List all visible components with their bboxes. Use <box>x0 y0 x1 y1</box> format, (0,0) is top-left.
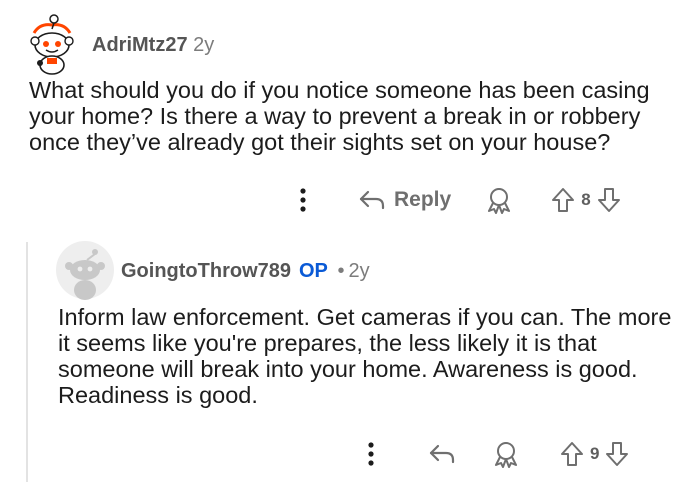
comment-actions: 9 <box>358 436 629 472</box>
comment-adrimtz27: AdriMtz27 2y What should you do if you n… <box>0 0 700 240</box>
more-options-icon <box>300 188 306 212</box>
reply-button[interactable]: Reply <box>358 188 451 212</box>
separator-dot: • <box>337 260 345 282</box>
vote-score: 8 <box>581 190 591 209</box>
comment-body: Inform law enforcement. Get cameras if y… <box>58 304 672 408</box>
username[interactable]: GoingtoThrow789 <box>121 260 291 282</box>
downvote-icon <box>606 442 629 466</box>
comment-body: What should you do if you notice someone… <box>29 77 650 155</box>
award-button[interactable] <box>492 440 520 468</box>
upvote-button[interactable] <box>560 441 584 467</box>
reply-arrow-icon <box>359 190 385 210</box>
snoo-avatar-icon <box>21 14 83 76</box>
upvote-button[interactable] <box>551 187 575 213</box>
downvote-button[interactable] <box>597 187 621 213</box>
more-options-button[interactable] <box>290 187 316 213</box>
avatar[interactable] <box>55 240 115 300</box>
default-snoo-avatar-icon <box>56 241 114 300</box>
award-button[interactable] <box>485 186 513 214</box>
reply-arrow-icon <box>429 444 455 464</box>
comment-actions: Reply 8 <box>290 182 621 218</box>
username[interactable]: AdriMtz27 <box>92 34 188 56</box>
reply-button[interactable] <box>428 443 456 465</box>
upvote-icon <box>561 442 583 466</box>
thread-line[interactable] <box>26 242 28 482</box>
vote-score: 9 <box>590 444 600 463</box>
avatar[interactable] <box>20 13 84 77</box>
timestamp: 2y <box>348 260 370 282</box>
op-badge: OP <box>299 260 328 282</box>
upvote-icon <box>552 188 575 212</box>
downvote-icon <box>597 188 620 212</box>
award-icon <box>495 442 517 468</box>
more-options-icon <box>368 442 374 466</box>
timestamp: 2y <box>193 34 215 56</box>
comment-meta: GoingtoThrow789 OP • 2y <box>121 259 370 283</box>
reply-label: Reply <box>394 188 452 211</box>
award-icon <box>488 188 511 214</box>
more-options-button[interactable] <box>358 441 384 467</box>
downvote-button[interactable] <box>605 441 629 467</box>
comment-meta: AdriMtz27 2y <box>92 33 214 57</box>
